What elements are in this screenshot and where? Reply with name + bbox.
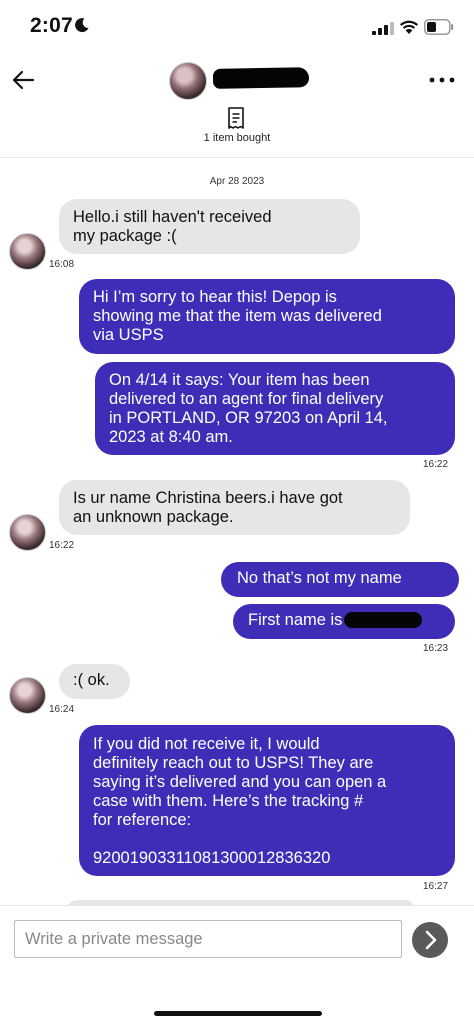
message-text-line: via USPS <box>93 326 164 344</box>
message-text-line: definitely reach out to USPS! They are <box>93 754 374 772</box>
message-text-line: my package :( <box>73 227 177 245</box>
message-timestamp: 16:22 <box>423 459 449 470</box>
home-indicator <box>154 1011 322 1016</box>
message-text-line: Is ur name Christina beers.i have got <box>73 489 343 507</box>
more-options-icon[interactable] <box>428 74 456 86</box>
message-timestamp: 16:08 <box>49 259 75 270</box>
items-bought-label[interactable]: 1 item bought <box>0 132 474 144</box>
message-text: First name is <box>248 611 343 629</box>
message-text: No that’s not my name <box>237 569 402 587</box>
message-text-line: for reference: <box>93 811 192 829</box>
cellular-signal-icon <box>372 22 394 35</box>
incoming-message: Is ur name Christina beers.i have got an… <box>59 480 410 535</box>
message-timestamp: 16:24 <box>49 704 75 715</box>
incoming-message: :( ok. <box>59 664 130 699</box>
outgoing-message: On 4/14 it says: Your item has been deli… <box>95 362 455 455</box>
sender-avatar[interactable] <box>9 233 46 270</box>
message-text-line: saying it’s delivered and you can open a <box>93 773 387 791</box>
outgoing-message: First name is <box>233 604 455 639</box>
message-text-line: On 4/14 it says: Your item has been <box>109 371 370 389</box>
message-text-line: an unknown package. <box>73 508 234 526</box>
sender-avatar[interactable] <box>9 677 46 714</box>
back-arrow-icon[interactable] <box>10 66 38 94</box>
receipt-icon[interactable] <box>226 106 246 130</box>
message-composer: Write a private message <box>0 905 474 1025</box>
message-text-line: showing me that the item was delivered <box>93 307 382 325</box>
sender-avatar[interactable] <box>9 514 46 551</box>
redacted-username <box>212 67 310 89</box>
message-text-line: If you did not receive it, I would <box>93 735 320 753</box>
date-separator: Apr 28 2023 <box>209 176 265 187</box>
message-text-line: Hello.i still haven't received <box>73 208 272 226</box>
message-text-line: case with them. Here’s the tracking # <box>93 792 364 810</box>
battery-icon <box>424 19 454 35</box>
tracking-number[interactable]: 9200190331108130001283632​0 <box>93 849 441 868</box>
send-button[interactable] <box>412 922 448 958</box>
outgoing-message: If you did not receive it, I would defin… <box>79 725 455 876</box>
message-timestamp: 16:23 <box>423 643 449 654</box>
redacted-first-name <box>344 612 423 628</box>
chevron-right-icon <box>425 930 437 950</box>
private-message-input[interactable]: Write a private message <box>14 920 402 958</box>
message-timestamp: 16:22 <box>49 540 75 551</box>
status-time: 2:07 <box>30 14 73 37</box>
message-text: :( ok. <box>73 671 110 689</box>
status-bar: 2:07 <box>0 0 474 54</box>
message-text-line: in PORTLAND, OR 97203 on April 14, <box>109 409 388 427</box>
incoming-message: Hello.i still haven't received my packag… <box>59 199 360 254</box>
outgoing-message: No that’s not my name <box>221 562 459 597</box>
outgoing-message: Hi I’m sorry to hear this! Depop is show… <box>79 279 455 354</box>
message-timestamp: 16:27 <box>423 881 449 892</box>
wifi-icon <box>400 20 418 34</box>
moon-icon <box>75 18 89 33</box>
message-text-line: Hi I’m sorry to hear this! Depop is <box>93 288 337 306</box>
conversation-header: 1 item bought <box>0 54 474 158</box>
seller-avatar[interactable] <box>169 62 207 100</box>
message-text-line: delivered to an agent for final delivery <box>109 390 384 408</box>
message-thread[interactable]: Apr 28 2023 Hello.i still haven't receiv… <box>0 159 474 904</box>
message-text-line: 2023 at 8:40 am. <box>109 428 233 446</box>
